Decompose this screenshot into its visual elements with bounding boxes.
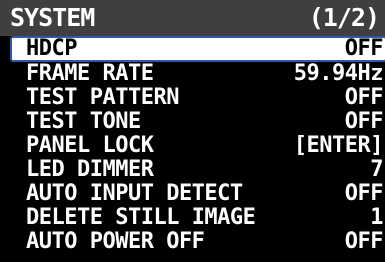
menu-item-value: [ENTER] — [293, 133, 384, 158]
page-indicator: (1/2) — [308, 3, 380, 32]
menu-item-label: AUTO POWER OFF — [26, 229, 205, 254]
menu-item-auto-input-detect[interactable]: AUTO INPUT DETECT OFF — [0, 182, 385, 206]
menu-item-test-tone[interactable]: TEST TONE OFF — [0, 110, 385, 134]
menu-item-label: TEST TONE — [26, 109, 141, 134]
menu-item-auto-power-off[interactable]: AUTO POWER OFF OFF — [0, 230, 385, 254]
menu-item-value: 7 — [370, 157, 383, 182]
menu-item-label: TEST PATTERN — [26, 85, 179, 110]
menu-item-value: 1 — [370, 205, 383, 230]
menu-item-led-dimmer[interactable]: LED DIMMER 7 — [0, 158, 385, 182]
menu-item-label: HDCP — [26, 36, 77, 61]
system-menu-screen: SYSTEM (1/2) HDCP OFF FRAME RATE 59.94Hz… — [0, 0, 385, 262]
menu-item-value: OFF — [344, 181, 384, 206]
menu-item-value: 59.94Hz — [293, 61, 384, 86]
menu-item-value: OFF — [344, 229, 384, 254]
menu-item-label: FRAME RATE — [26, 61, 154, 86]
menu-item-panel-lock[interactable]: PANEL LOCK [ENTER] — [0, 134, 385, 158]
menu-item-label: DELETE STILL IMAGE — [26, 205, 256, 230]
menu-title: SYSTEM — [10, 3, 95, 32]
menu-item-label: AUTO INPUT DETECT — [26, 181, 243, 206]
menu-header: SYSTEM (1/2) — [0, 0, 385, 36]
menu-item-label: LED DIMMER — [26, 157, 154, 182]
menu-item-frame-rate[interactable]: FRAME RATE 59.94Hz — [0, 62, 385, 86]
menu-item-value: OFF — [344, 109, 384, 134]
menu-list: HDCP OFF FRAME RATE 59.94Hz TEST PATTERN… — [0, 36, 385, 254]
menu-item-hdcp[interactable]: HDCP OFF — [0, 36, 385, 62]
menu-item-value: OFF — [344, 36, 384, 61]
menu-item-value: OFF — [344, 85, 384, 110]
menu-item-delete-still-image[interactable]: DELETE STILL IMAGE 1 — [0, 206, 385, 230]
menu-item-label: PANEL LOCK — [26, 133, 154, 158]
menu-item-test-pattern[interactable]: TEST PATTERN OFF — [0, 86, 385, 110]
